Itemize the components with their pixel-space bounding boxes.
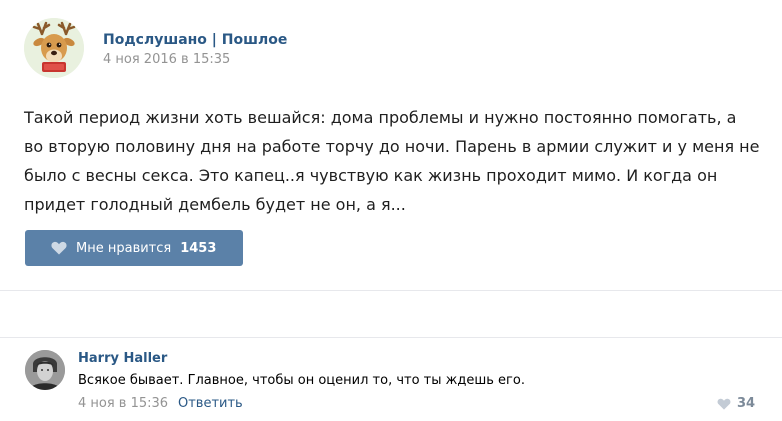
post-text-line: во вторую половину дня на работе торчу д…	[24, 137, 760, 156]
heart-icon	[51, 241, 67, 255]
post-text-line: было с весны секса. Это капец..я чувству…	[24, 166, 718, 185]
post-text-line: придет голодный дембель будет не он, а я…	[24, 195, 406, 214]
like-count: 1453	[180, 240, 217, 256]
reindeer-avatar-icon	[24, 18, 84, 78]
comment-like-count: 34	[737, 396, 756, 411]
comment-date[interactable]: 4 ноя в 15:36	[78, 396, 168, 411]
reply-button[interactable]: Ответить	[178, 396, 243, 411]
like-button[interactable]: Мне нравится 1453	[25, 230, 243, 266]
section-divider	[0, 290, 782, 291]
post: Подслушано | Пошлое 4 ноя 2016 в 15:35 Т…	[0, 0, 782, 290]
portrait-avatar-icon	[25, 350, 65, 390]
comment-avatar[interactable]	[25, 350, 65, 390]
post-author-link[interactable]: Подслушано | Пошлое	[103, 32, 287, 48]
heart-icon	[717, 398, 731, 410]
comment-author-link[interactable]: Harry Haller	[78, 351, 167, 366]
comment-text: Всякое бывает. Главное, чтобы он оценил …	[78, 373, 525, 388]
comments-divider	[0, 337, 782, 338]
post-date[interactable]: 4 ноя 2016 в 15:35	[103, 52, 230, 67]
post-text: Такой период жизни хоть вешайся: дома пр…	[24, 103, 764, 219]
community-avatar[interactable]	[24, 18, 84, 78]
comment-like-button[interactable]: 34	[717, 396, 755, 411]
like-label: Мне нравится	[76, 240, 172, 256]
post-text-line: Такой период жизни хоть вешайся: дома пр…	[24, 108, 737, 127]
